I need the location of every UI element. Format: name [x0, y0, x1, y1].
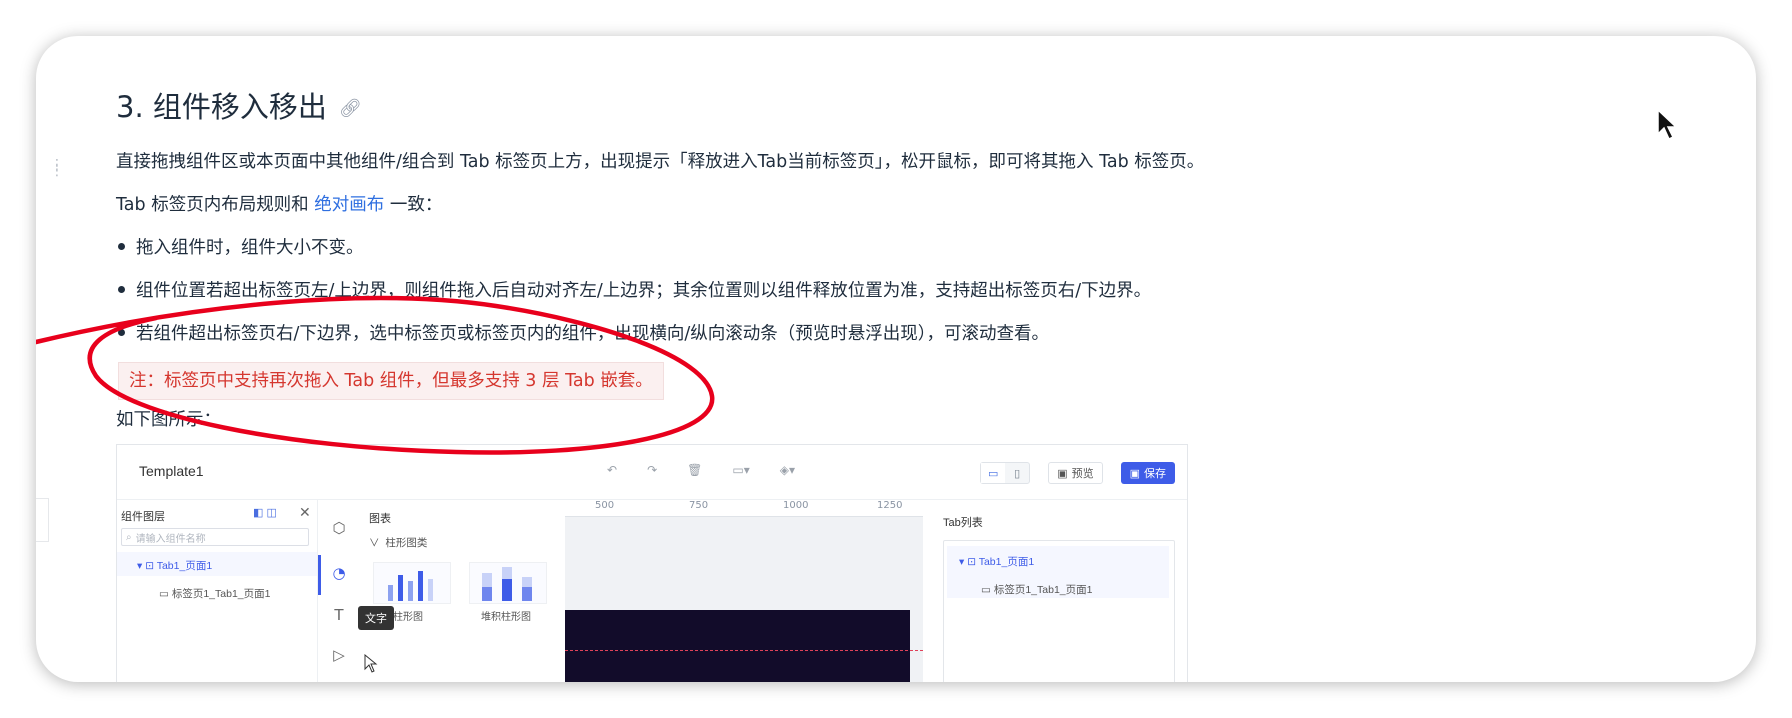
ruler-tick: 1000 [783, 500, 809, 511]
layout-toggle-icon[interactable]: ◧ ◫ [253, 506, 277, 519]
drag-handle-icon[interactable]: ⋮ ⋮ [50, 158, 64, 178]
left-edge-tab [36, 498, 49, 542]
chart-category[interactable]: ∨ 柱形图类 [369, 535, 427, 550]
save-icon: ▣ [1129, 467, 1140, 480]
editor-toolbar: Template1 ↶ ↷ 🗑︎ ▭▾ ◈▾ ▭ ▯ ▣ 预览 ▣ 保存 [117, 445, 1187, 500]
bullet-item: 组件位置若超出标签页左/上边界，则组件拖入后自动对齐左/上边界；其余位置则以组件… [117, 277, 1151, 302]
ruler-tick: 1250 [877, 500, 903, 511]
bar-chart-icon [388, 571, 433, 601]
toolbar-tools: ↶ ↷ 🗑︎ ▭▾ ◈▾ [607, 463, 795, 477]
close-icon[interactable]: ✕ [299, 504, 311, 521]
drag-cursor-icon [364, 654, 378, 673]
rail-active-indicator [318, 555, 321, 595]
bullet-item: 拖入组件时，组件大小不变。 [118, 234, 364, 259]
component-rail: ⬡ ◔ T ▷ [317, 500, 361, 682]
chart-category-label: 柱形图类 [385, 537, 428, 549]
tab-list-item-label: Tab1_页面1 [978, 556, 1035, 568]
redo-icon[interactable]: ↷ [647, 463, 657, 477]
layers-icon[interactable]: ◈▾ [780, 463, 795, 477]
paragraph-drag-in: 直接拖拽组件区或本页面中其他组件/组合到 Tab 标签页上方，出现提示「释放进入… [116, 152, 1205, 172]
editor-screenshot: Template1 ↶ ↷ 🗑︎ ▭▾ ◈▾ ▭ ▯ ▣ 预览 ▣ 保存 组件图… [116, 444, 1188, 682]
layer-item-label: Tab1_页面1 [156, 560, 213, 572]
save-label: 保存 [1144, 468, 1166, 480]
mobile-icon[interactable]: ▯ [1005, 463, 1029, 483]
paragraph-layout-after: 一致： [384, 195, 443, 215]
preview-button[interactable]: ▣ 预览 [1048, 462, 1103, 484]
alignment-guide [565, 650, 923, 651]
tab-list-item[interactable]: ▭ 标签页1_Tab1_页面1 [981, 582, 1092, 597]
bullet-item: 若组件超出标签页右/下边界，选中标签页或标签页内的组件，出现横向/纵向滚动条（预… [117, 320, 1049, 345]
layer-panel: 组件图层 ◧ ◫ ✕ ⌕ 请输入组件名称 ▾ ⊡ Tab1_页面1 ▭ 标签页1… [117, 500, 317, 682]
section-heading: 3. 组件移入移出 🔗︎ [116, 84, 362, 126]
delete-icon[interactable]: 🗑︎ [687, 463, 702, 477]
chart-panel: 图表 ∨ 柱形图类 柱形图 堆积柱形图 [359, 500, 566, 682]
layer-search-input[interactable]: ⌕ 请输入组件名称 [121, 528, 309, 546]
tab-list-panel: Tab列表 ▾ ⊡ Tab1_页面1 ▭ 标签页1_Tab1_页面1 [939, 500, 1187, 682]
preview-label: 预览 [1071, 468, 1094, 480]
ruler-tick: 750 [689, 500, 709, 511]
chart-icon[interactable]: ◔ [329, 563, 349, 583]
layer-item-label: 标签页1_Tab1_页面1 [171, 588, 271, 600]
mouse-pointer-icon [1657, 108, 1678, 141]
desktop-icon[interactable]: ▭ [981, 463, 1006, 483]
layers-title: 组件图层 [121, 511, 165, 523]
bar-chart-thumb[interactable] [373, 562, 451, 604]
tab-list-title: Tab列表 [943, 517, 983, 529]
media-icon[interactable]: ▷ [329, 645, 349, 665]
ruler-tick: 500 [595, 500, 615, 511]
anchor-link-icon[interactable]: 🔗︎ [339, 98, 362, 119]
tab-list-item-label: 标签页1_Tab1_页面1 [993, 584, 1093, 596]
chart-panel-title: 图表 [369, 513, 391, 525]
cube-icon[interactable]: ⬡ [329, 518, 349, 538]
horizontal-ruler: 500 750 1000 1250 [565, 500, 923, 517]
paragraph-layout-rule: Tab 标签页内布局规则和 绝对画布 一致： [116, 191, 442, 216]
save-button[interactable]: ▣ 保存 [1120, 462, 1175, 484]
template-name: Template1 [139, 463, 204, 479]
text-icon[interactable]: T [329, 605, 349, 625]
toolbar-actions: ▭ ▯ ▣ 预览 ▣ 保存 [980, 462, 1175, 484]
stacked-bar-icon [482, 567, 532, 601]
monitor-icon: ▣ [1057, 467, 1068, 480]
heading-text: 3. 组件移入移出 [116, 90, 327, 124]
layer-item[interactable]: ▾ ⊡ Tab1_页面1 [137, 558, 212, 573]
canvas-area[interactable]: 500 750 1000 1250 [565, 500, 923, 682]
thumb-label: 柱形图 [393, 612, 423, 623]
thumb-label: 堆积柱形图 [481, 612, 531, 623]
paragraph-as-shown: 如下图所示： [116, 410, 221, 430]
device-switch: ▭ ▯ [980, 462, 1031, 484]
paragraph-layout-before: Tab 标签页内布局规则和 [116, 195, 315, 215]
comment-icon[interactable]: ▭▾ [732, 463, 749, 477]
layer-item[interactable]: ▭ 标签页1_Tab1_页面1 [159, 586, 270, 601]
note-callout: 注：标签页中支持再次拖入 Tab 组件，但最多支持 3 层 Tab 嵌套。 [118, 362, 664, 400]
undo-icon[interactable]: ↶ [607, 463, 617, 477]
tab-component-preview[interactable] [565, 610, 910, 682]
doc-card: ⋮ ⋮ 3. 组件移入移出 🔗︎ 直接拖拽组件区或本页面中其他组件/组合到 Tab… [36, 36, 1756, 682]
search-icon: ⌕ [126, 531, 132, 543]
text-tooltip: 文字 [358, 606, 394, 630]
absolute-canvas-link[interactable]: 绝对画布 [314, 195, 384, 215]
tab-list-item[interactable]: ▾ ⊡ Tab1_页面1 [959, 554, 1034, 569]
search-placeholder: 请输入组件名称 [135, 533, 206, 545]
stacked-bar-thumb[interactable] [469, 562, 547, 604]
